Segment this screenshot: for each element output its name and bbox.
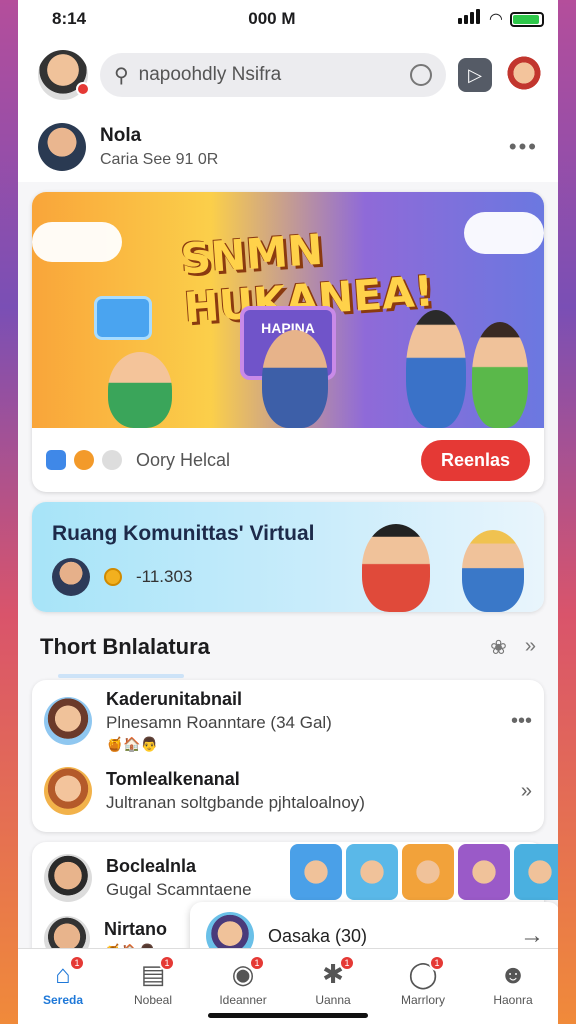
profile-subtitle: Caria See 91 0R bbox=[100, 151, 219, 168]
boy-figure bbox=[406, 310, 466, 428]
play-icon bbox=[94, 296, 152, 340]
thumb-avatar[interactable] bbox=[402, 844, 454, 900]
profile-avatar bbox=[38, 123, 86, 171]
list-item-subtitle: Gugal Scamntaene bbox=[106, 880, 252, 899]
hero-card[interactable]: SNMN HUKANEA! HAPINA Oory Helcal Reenlas bbox=[32, 192, 544, 492]
list-item[interactable]: Kaderunitabnail Plnesamn Roanntare (34 G… bbox=[32, 686, 544, 756]
list-avatar bbox=[44, 854, 92, 902]
list-item-subtitle: Jultranan soltgbande pjhtaloalnoy) bbox=[106, 793, 365, 812]
list-item-emoji: 🍯🏠👨 bbox=[106, 736, 159, 752]
hero-footer-text: Oory Helcal bbox=[136, 449, 231, 470]
more-icon[interactable]: ••• bbox=[511, 710, 532, 733]
nav-badge: 1 bbox=[339, 955, 355, 971]
profile-icon: ☻ bbox=[499, 958, 527, 989]
girl-figure bbox=[472, 322, 528, 428]
list-avatar bbox=[44, 697, 92, 745]
nav-library[interactable]: 1 ▤ Nobeal bbox=[113, 955, 193, 1007]
status-center: 000 M bbox=[248, 9, 296, 28]
list-avatar bbox=[44, 767, 92, 815]
thumb-avatar[interactable] bbox=[290, 844, 342, 900]
status-icons: ◠ bbox=[457, 9, 544, 29]
community-count: -11.303 bbox=[136, 567, 193, 586]
nav-explore[interactable]: 1 ✱ Uanna bbox=[293, 955, 373, 1007]
list-item-title: Nirtano bbox=[104, 918, 167, 939]
notification-dot bbox=[76, 82, 90, 96]
top-bar: ⚲ napoohdly Nsifra ▷ bbox=[18, 38, 558, 112]
battery-icon bbox=[510, 11, 544, 27]
hero-action-button[interactable]: Reenlas bbox=[420, 439, 530, 481]
list-item-subtitle: Plnesamn Roanntare (34 Gal) bbox=[106, 713, 332, 732]
nav-label: Sereda bbox=[42, 993, 84, 1007]
status-bar: 8:14 000 M ◠ bbox=[18, 0, 558, 38]
home-indicator bbox=[208, 1013, 368, 1018]
nav-label: Uanna bbox=[315, 993, 351, 1007]
search-bar[interactable]: ⚲ napoohdly Nsifra bbox=[100, 53, 446, 97]
banner-girl-figure bbox=[462, 530, 524, 612]
leaf-icon[interactable]: ❀ bbox=[490, 635, 507, 660]
app-frame: 8:14 000 M ◠ ⚲ napoohdly Nsifra ▷ Nola C… bbox=[18, 0, 558, 1024]
user-avatar[interactable] bbox=[38, 50, 90, 100]
nav-badge: 1 bbox=[249, 955, 265, 971]
thumb-avatar[interactable] bbox=[346, 844, 398, 900]
list-item-title: Boclealnla bbox=[106, 856, 197, 876]
orange-chip-icon bbox=[74, 450, 94, 470]
section-tab-indicator bbox=[58, 674, 184, 678]
avatar-strip bbox=[290, 844, 558, 900]
nav-label: Haonra bbox=[493, 993, 533, 1007]
gray-chip-icon bbox=[102, 450, 122, 470]
hero-title: SNMN HUKANEA! bbox=[179, 224, 436, 333]
search-icon: ⚲ bbox=[114, 64, 129, 87]
community-banner[interactable]: Ruang Komunittas' Virtual -11.303 bbox=[32, 502, 544, 612]
community-title: Ruang Komunittas' Virtual bbox=[52, 522, 315, 545]
nav-home[interactable]: 1 ⌂ Sereda bbox=[23, 955, 103, 1007]
hero-image: SNMN HUKANEA! HAPINA bbox=[32, 192, 544, 428]
arrow-right-icon[interactable]: → bbox=[520, 922, 544, 950]
nav-badge: 1 bbox=[159, 955, 175, 971]
nav-chat[interactable]: 1 ◯ Marrlory bbox=[383, 955, 463, 1007]
nav-badge: 1 bbox=[429, 955, 445, 971]
kid-avatar[interactable] bbox=[504, 55, 544, 95]
teacher-figure bbox=[262, 330, 328, 428]
cloud-left bbox=[32, 222, 122, 262]
popup-text: Oasaka (30) bbox=[268, 925, 368, 946]
chevrons-right-icon[interactable]: » bbox=[521, 780, 532, 803]
list-item[interactable]: Tomlealkenanal Jultranan soltgbande pjht… bbox=[32, 756, 544, 826]
bottom-nav: 1 ⌂ Sereda 1 ▤ Nobeal 1 ◉ Ideanner 1 ✱ U… bbox=[18, 948, 558, 1024]
coin-icon bbox=[104, 568, 122, 586]
nav-label: Marrlory bbox=[401, 993, 445, 1007]
wifi-icon: ◠ bbox=[489, 11, 502, 28]
nav-profile[interactable]: ☻ Haonra bbox=[473, 958, 553, 1008]
video-icon[interactable]: ▷ bbox=[458, 58, 492, 92]
more-icon[interactable]: ••• bbox=[509, 134, 538, 160]
thumb-avatar[interactable] bbox=[458, 844, 510, 900]
profile-row[interactable]: Nola Caria See 91 0R ••• bbox=[18, 112, 558, 182]
banner-boy-figure bbox=[362, 524, 430, 612]
child-figure-left bbox=[108, 352, 172, 428]
status-time: 8:14 bbox=[52, 9, 87, 28]
app-chip-icon bbox=[46, 450, 66, 470]
thumb-avatar[interactable] bbox=[514, 844, 558, 900]
list-item-title: Kaderunitabnail bbox=[106, 689, 243, 709]
section-header: Thort Bnlalatura ❀ » bbox=[18, 612, 558, 682]
profile-name: Nola bbox=[100, 125, 142, 146]
list-item-title: Tomlealkenanal bbox=[106, 769, 240, 789]
nav-camera[interactable]: 1 ◉ Ideanner bbox=[203, 955, 283, 1007]
nav-label: Ideanner bbox=[219, 993, 267, 1007]
clock-icon[interactable] bbox=[410, 64, 432, 86]
community-list: Kaderunitabnail Plnesamn Roanntare (34 G… bbox=[32, 680, 544, 832]
nav-label: Nobeal bbox=[133, 993, 173, 1007]
chevrons-right-icon[interactable]: » bbox=[525, 635, 536, 660]
community-avatar bbox=[52, 558, 90, 596]
section-title: Thort Bnlalatura bbox=[40, 634, 210, 659]
nav-badge: 1 bbox=[69, 955, 85, 971]
signal-icon bbox=[457, 9, 482, 29]
hero-footer: Oory Helcal Reenlas bbox=[32, 428, 544, 492]
search-input[interactable]: napoohdly Nsifra bbox=[139, 64, 282, 86]
